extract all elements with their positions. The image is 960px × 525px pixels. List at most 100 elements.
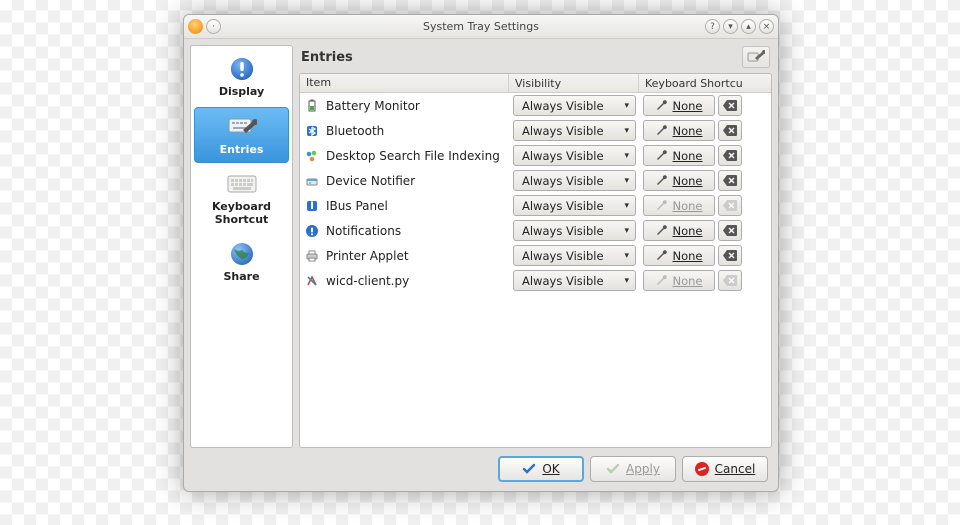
shortcut-button[interactable]: None <box>643 120 715 141</box>
sidebar-item-share[interactable]: Share <box>194 235 289 290</box>
column-item[interactable]: Item <box>300 74 509 92</box>
table-row: Battery Monitor Always Visible ▾ None <box>300 93 771 118</box>
item-cell: Desktop Search File Indexing <box>304 148 513 164</box>
wrench-icon <box>655 125 667 137</box>
wrench-icon <box>655 175 667 187</box>
column-shortcut[interactable]: Keyboard Shortcu <box>639 74 771 92</box>
visibility-combo[interactable]: Always Visible ▾ <box>513 220 636 241</box>
window-menu-icon[interactable]: · <box>206 19 221 34</box>
table-row: Notifications Always Visible ▾ None <box>300 218 771 243</box>
window-title: System Tray Settings <box>272 20 690 33</box>
item-name: IBus Panel <box>326 199 388 213</box>
visibility-value: Always Visible <box>522 224 604 238</box>
item-name: Notifications <box>326 224 401 238</box>
table-row: IBus Panel Always Visible ▾ None <box>300 193 771 218</box>
apply-button[interactable]: Apply <box>590 456 676 482</box>
item-name: Battery Monitor <box>326 99 420 113</box>
visibility-combo[interactable]: Always Visible▾ <box>513 145 636 166</box>
backspace-icon <box>723 150 737 161</box>
wrench-icon <box>747 50 765 64</box>
notify-icon <box>304 223 320 239</box>
item-name: Printer Applet <box>326 249 409 263</box>
close-icon[interactable]: × <box>759 19 774 34</box>
configure-button[interactable] <box>742 46 770 68</box>
globe-icon <box>229 241 255 267</box>
visibility-value: Always Visible <box>522 274 604 288</box>
shortcut-button[interactable]: None <box>643 245 715 266</box>
clear-shortcut-button[interactable] <box>718 95 742 116</box>
shortcut-value: None <box>672 149 702 163</box>
chevron-down-icon: ▾ <box>624 276 629 286</box>
shortcut-value: None <box>672 199 702 213</box>
item-name: Bluetooth <box>326 124 384 138</box>
visibility-value: Always Visible <box>522 124 604 138</box>
visibility-combo[interactable]: Always Visible ▾ <box>513 120 636 141</box>
backspace-icon <box>723 175 737 186</box>
wrench-icon <box>655 250 667 262</box>
table-header: Item Visibility Keyboard Shortcu <box>300 74 771 93</box>
help-icon[interactable]: ? <box>705 19 720 34</box>
exclamation-icon <box>229 56 255 82</box>
sidebar-item-label: Keyboard Shortcut <box>196 201 287 226</box>
clear-shortcut-button[interactable] <box>718 245 742 266</box>
backspace-icon <box>723 100 737 111</box>
clear-shortcut-button[interactable] <box>718 170 742 191</box>
visibility-value: Always Visible <box>522 249 604 263</box>
column-visibility[interactable]: Visibility <box>509 74 639 92</box>
checkmark-icon <box>606 462 620 476</box>
chevron-down-icon: ▾ <box>624 176 629 186</box>
ibus-icon <box>304 198 320 214</box>
wrench-icon <box>655 150 667 162</box>
chevron-down-icon: ▾ <box>624 201 629 211</box>
shortcut-button[interactable]: None <box>643 220 715 241</box>
item-cell: Battery Monitor <box>304 98 513 114</box>
visibility-combo[interactable]: Always Visible ▾ <box>513 270 636 291</box>
wrench-icon <box>655 200 667 212</box>
keyboard-wrench-icon <box>227 116 257 138</box>
chevron-down-icon: ▾ <box>624 101 629 111</box>
chevron-down-icon: ▾ <box>624 226 629 236</box>
item-cell: wicd-client.py <box>304 273 513 289</box>
item-cell: Printer Applet <box>304 248 513 264</box>
backspace-icon <box>723 250 737 261</box>
dialog-window: · System Tray Settings ? ▾ ▴ × <box>183 14 779 492</box>
backspace-icon <box>723 125 737 136</box>
chevron-down-icon: ▾ <box>624 126 629 136</box>
maximize-icon[interactable]: ▴ <box>741 19 756 34</box>
backspace-icon <box>723 200 737 211</box>
entries-panel: Entries Item Visibility Keyboard Shortcu <box>299 45 772 448</box>
minimize-icon[interactable]: ▾ <box>723 19 738 34</box>
printer-icon <box>304 248 320 264</box>
shortcut-button[interactable]: None <box>643 170 715 191</box>
shortcut-button[interactable]: None <box>643 145 715 166</box>
cancel-icon <box>695 462 709 476</box>
backspace-icon <box>723 225 737 236</box>
visibility-combo[interactable]: Always Visible ▾ <box>513 195 636 216</box>
visibility-value: Always Visible <box>522 149 604 163</box>
sidebar-item-keyboard-shortcut[interactable]: Keyboard Shortcut <box>194 165 289 232</box>
section-title: Entries <box>301 50 353 65</box>
visibility-combo[interactable]: Always Visible▾ <box>513 170 636 191</box>
clear-shortcut-button[interactable] <box>718 145 742 166</box>
cancel-button[interactable]: Cancel <box>682 456 768 482</box>
clear-shortcut-button[interactable] <box>718 220 742 241</box>
wicd-icon <box>304 273 320 289</box>
app-icon <box>188 19 203 34</box>
shortcut-value: None <box>672 249 702 263</box>
backspace-icon <box>723 275 737 286</box>
visibility-value: Always Visible <box>522 199 604 213</box>
clear-shortcut-button[interactable] <box>718 120 742 141</box>
sidebar-item-display[interactable]: Display <box>194 50 289 105</box>
dialog-buttons: OK Apply Cancel <box>190 453 772 485</box>
shortcut-button: None <box>643 270 715 291</box>
sidebar-item-entries[interactable]: Entries <box>194 107 289 164</box>
item-name: Desktop Search File Indexing <box>326 149 500 163</box>
visibility-combo[interactable]: Always Visible ▾ <box>513 95 636 116</box>
visibility-value: Always Visible <box>522 99 604 113</box>
visibility-combo[interactable]: Always Visible▾ <box>513 245 636 266</box>
shortcut-button[interactable]: None <box>643 95 715 116</box>
item-name: wicd-client.py <box>326 274 409 288</box>
search-icon <box>304 148 320 164</box>
ok-button[interactable]: OK <box>498 456 584 482</box>
titlebar: · System Tray Settings ? ▾ ▴ × <box>184 15 778 39</box>
